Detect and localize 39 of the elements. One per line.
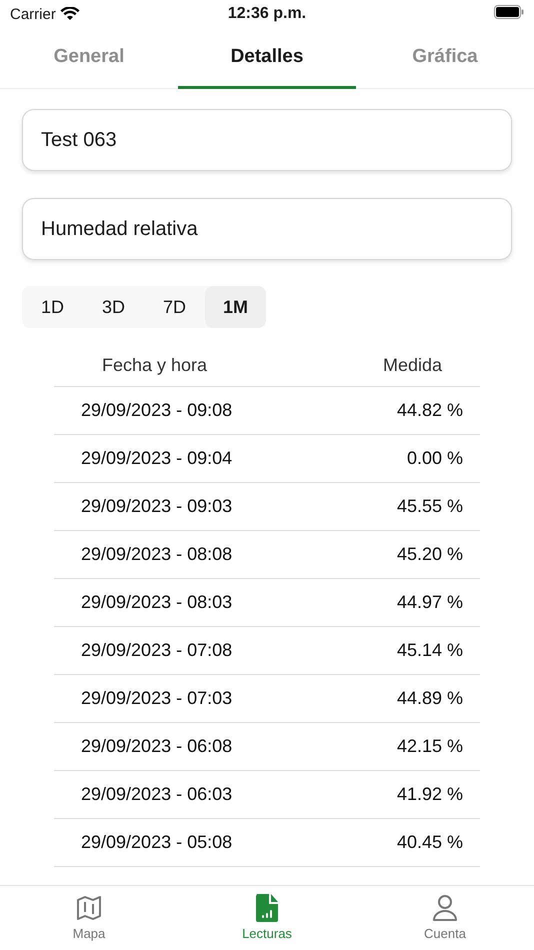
- table-cell-text: 29/09/2023 - 09:04: [80, 448, 232, 469]
- table-cell-text: 29/09/2023 - 06:03: [80, 784, 232, 805]
- column-header: Medida: [382, 354, 443, 376]
- table-cell-text: 45.20 %: [396, 544, 464, 565]
- range-option[interactable]: 3D: [83, 286, 144, 328]
- device-field[interactable]: Test 063: [22, 109, 512, 171]
- tab[interactable]: Detalles: [178, 28, 356, 89]
- wifi-icon: [60, 7, 80, 21]
- table-cell-text: 29/09/2023 - 07:08: [80, 640, 232, 661]
- table-cell-text: 29/09/2023 - 08:03: [80, 592, 232, 613]
- table-cell-text: 29/09/2023 - 06:08: [80, 736, 232, 757]
- table-cell-text: 44.82 %: [396, 400, 464, 421]
- table-cell-text: 0.00 %: [406, 448, 464, 469]
- table-cell-text: 41.92 %: [396, 784, 464, 805]
- variable-field[interactable]: Humedad relativa: [22, 198, 512, 260]
- table-cell-text: 29/09/2023 - 05:08: [80, 832, 232, 853]
- tab-bar-item[interactable]: Mapa: [0, 886, 178, 950]
- table-cell-text: 45.14 %: [396, 640, 464, 661]
- battery-icon: [494, 4, 524, 18]
- table-cell-text: 29/09/2023 - 08:08: [80, 544, 232, 565]
- person-icon: [432, 894, 458, 922]
- tab-bar-item[interactable]: Lecturas: [178, 886, 356, 950]
- range-option[interactable]: 1D: [22, 286, 83, 328]
- map-icon: [75, 894, 103, 922]
- carrier-label: Carrier: [10, 6, 56, 22]
- table-cell-text: 29/09/2023 - 09:03: [80, 496, 232, 517]
- table-cell-text: 42.15 %: [396, 736, 464, 757]
- table-cell-text: 29/09/2023 - 09:08: [80, 400, 232, 421]
- table-cell-text: 45.55 %: [396, 496, 464, 517]
- column-header: Fecha y hora: [101, 354, 208, 376]
- table-cell-text: 40.45 %: [396, 832, 464, 853]
- table-cell-text: 44.97 %: [396, 592, 464, 613]
- status-time: 12:36 p.m.: [228, 5, 306, 23]
- range-option[interactable]: 1M: [205, 286, 266, 328]
- range-option[interactable]: 7D: [144, 286, 205, 328]
- table-cell-text: 44.89 %: [396, 688, 464, 709]
- table-cell-text: 29/09/2023 - 07:03: [80, 688, 232, 709]
- tab-bar-item[interactable]: Cuenta: [356, 886, 534, 950]
- spreadsheet-icon: [255, 894, 279, 922]
